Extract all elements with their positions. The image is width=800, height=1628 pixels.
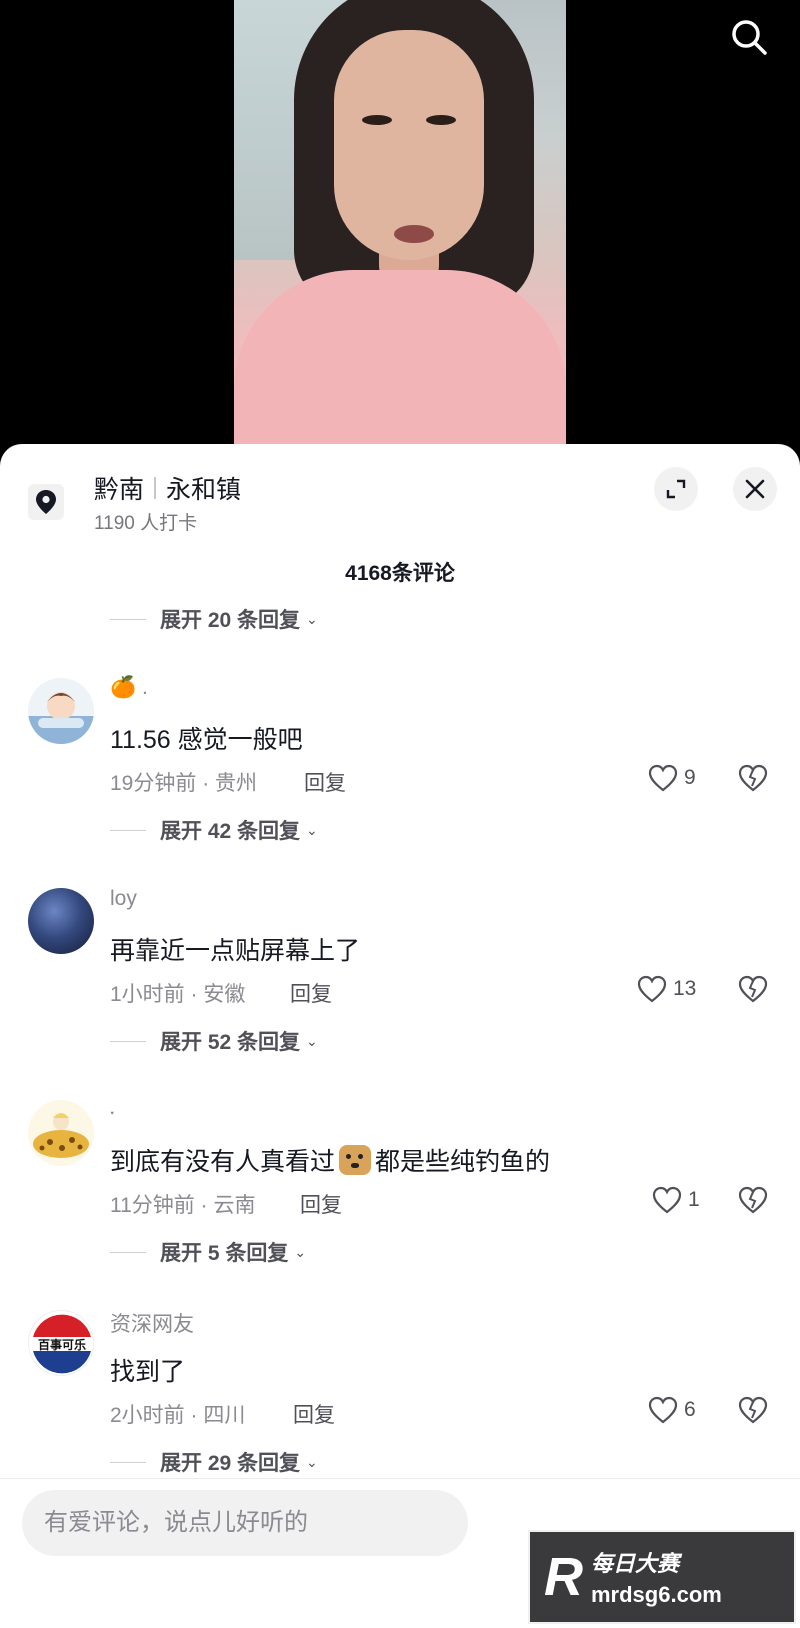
reply-button[interactable]: 回复 (300, 1189, 342, 1219)
expand-replies-button[interactable]: 展开 29 条回复 ⌄ (110, 1447, 318, 1477)
comment-username[interactable]: 资深网友 (110, 1308, 194, 1338)
location-pin-icon (28, 484, 64, 520)
like-button[interactable]: 1 (652, 1186, 700, 1214)
watermark-logo: R (544, 1547, 583, 1607)
avatar[interactable] (28, 888, 94, 954)
avatar[interactable]: 百事可乐 (28, 1310, 94, 1376)
comment-meta: 19分钟前 · 贵州 (110, 772, 258, 795)
video-player[interactable] (0, 0, 800, 450)
expand-replies-button[interactable]: 展开 42 条回复 ⌄ (110, 815, 318, 845)
like-button[interactable]: 13 (637, 975, 696, 1003)
heart-icon (652, 1186, 682, 1214)
dislike-button[interactable] (738, 1396, 768, 1429)
comment-text: 再靠近一点贴屏幕上了 (110, 937, 361, 965)
like-count: 6 (684, 1398, 696, 1421)
chevron-down-icon: ⌄ (294, 1243, 307, 1260)
like-button[interactable]: 9 (648, 764, 696, 792)
dislike-button[interactable] (738, 764, 768, 797)
chevron-down-icon: ⌄ (306, 610, 318, 627)
heart-icon (648, 1396, 678, 1424)
location-checkins: 1190 人打卡 (94, 513, 198, 534)
like-button[interactable]: 6 (648, 1396, 696, 1424)
reply-button[interactable]: 回复 (293, 1399, 335, 1429)
location-separator (154, 477, 157, 499)
like-count: 1 (688, 1188, 700, 1211)
comment-meta: 11分钟前 · 云南 (110, 1194, 256, 1217)
expand-icon (666, 479, 686, 499)
chevron-down-icon: ⌄ (306, 1453, 318, 1470)
location-region: 黔南 (94, 476, 145, 504)
search-icon (732, 19, 767, 55)
comment-input[interactable] (22, 1490, 468, 1556)
video-frame (234, 0, 566, 450)
comment-text: 11.56 感觉一般吧 (110, 726, 303, 754)
expand-replies-button[interactable]: 展开 20 条回复 ⌄ (110, 604, 318, 634)
reply-button[interactable]: 回复 (304, 767, 346, 797)
like-count: 13 (673, 977, 697, 1000)
expand-replies-button[interactable]: 展开 52 条回复 ⌄ (110, 1026, 318, 1056)
comment-text: 到底有没有人真看过 都是些纯钓鱼的 (110, 1142, 550, 1178)
close-icon (745, 479, 765, 499)
broken-heart-icon (738, 1186, 768, 1214)
broken-heart-icon (738, 975, 768, 1003)
doge-emoji-icon (339, 1145, 372, 1175)
avatar[interactable] (28, 678, 94, 744)
location-town: 永和镇 (166, 476, 242, 504)
watermark-url: mrdsg6.com (591, 1582, 722, 1607)
comment-text: 找到了 (110, 1358, 186, 1386)
chevron-down-icon: ⌄ (306, 821, 318, 838)
expand-button[interactable] (654, 467, 698, 511)
comment-count: 4168条评论 (345, 562, 455, 585)
chevron-down-icon: ⌄ (306, 1032, 318, 1049)
comment-meta: 2小时前 · 四川 (110, 1404, 246, 1427)
watermark-title: 每日大赛 (591, 1551, 680, 1576)
avatar[interactable] (28, 1100, 94, 1166)
watermark: R 每日大赛 mrdsg6.com (528, 1530, 796, 1624)
reply-button[interactable]: 回复 (290, 978, 332, 1008)
broken-heart-icon (738, 764, 768, 792)
close-button[interactable] (733, 467, 777, 511)
heart-icon (637, 975, 667, 1003)
comment-meta: 1小时前 · 安徽 (110, 983, 246, 1006)
comment-username[interactable]: 🍊 . (110, 676, 148, 700)
heart-icon (648, 764, 678, 792)
dislike-button[interactable] (738, 1186, 768, 1219)
expand-replies-button[interactable]: 展开 5 条回复 ⌄ (110, 1237, 306, 1267)
location-title[interactable]: 黔南 永和镇 (94, 470, 241, 506)
comment-username[interactable]: loy (110, 887, 137, 911)
dislike-button[interactable] (738, 975, 768, 1008)
avatar-brand-text: 百事可乐 (37, 1338, 86, 1352)
search-button[interactable] (725, 14, 773, 62)
broken-heart-icon (738, 1396, 768, 1424)
like-count: 9 (684, 766, 696, 789)
